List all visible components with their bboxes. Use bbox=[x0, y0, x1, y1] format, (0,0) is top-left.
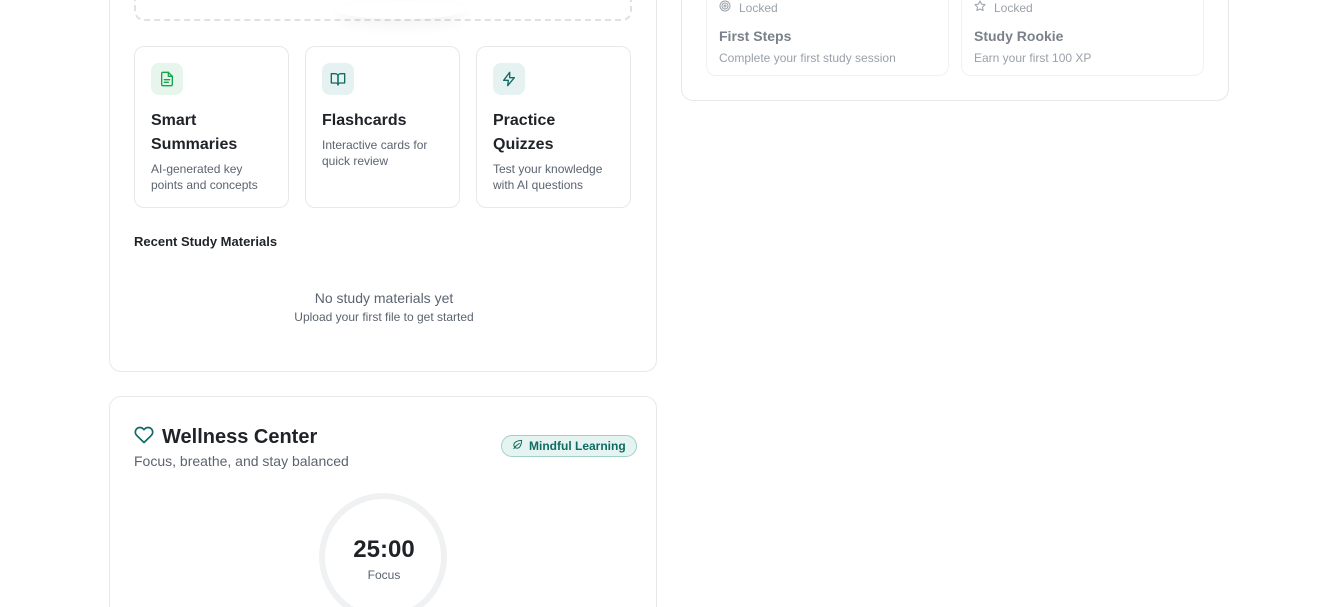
achievement-status: Locked bbox=[974, 0, 1033, 15]
achievement-title: First Steps bbox=[719, 28, 792, 44]
mindful-learning-label: Mindful Learning bbox=[529, 439, 626, 453]
wellness-card: Wellness Center Focus, breathe, and stay… bbox=[109, 396, 657, 607]
upload-card: Smart Summaries AI-generated key points … bbox=[109, 0, 657, 372]
achievement-description: Complete your first study session bbox=[719, 51, 896, 65]
focus-timer-label: Focus bbox=[367, 568, 401, 582]
achievement-status: Locked bbox=[719, 0, 778, 15]
leaf-icon bbox=[512, 439, 523, 453]
achievement-description: Earn your first 100 XP bbox=[974, 51, 1092, 65]
feature-list: Smart Summaries AI-generated key points … bbox=[134, 46, 631, 208]
feature-description: Test your knowledge with AI questions bbox=[493, 162, 603, 192]
empty-state-subtitle: Upload your first file to get started bbox=[294, 310, 474, 324]
recent-materials-heading: Recent Study Materials bbox=[134, 234, 278, 249]
achievement-title: Study Rookie bbox=[974, 28, 1064, 44]
star-icon bbox=[974, 0, 986, 15]
dropzone-glow bbox=[336, 1, 466, 19]
lightning-icon bbox=[493, 63, 525, 95]
feature-card-practice-quizzes[interactable]: Practice Quizzes Test your knowledge wit… bbox=[476, 46, 631, 208]
achievement-status-label: Locked bbox=[739, 0, 778, 15]
upload-dropzone[interactable] bbox=[134, 0, 632, 21]
achievement-status-label: Locked bbox=[994, 0, 1033, 15]
focus-timer-value: 25:00 bbox=[353, 536, 415, 563]
mindful-learning-badge[interactable]: Mindful Learning bbox=[501, 435, 637, 457]
feature-title: Smart Summaries bbox=[151, 112, 238, 153]
achievement-first-steps[interactable]: Locked First Steps Complete your first s… bbox=[706, 0, 949, 76]
wellness-title: Wellness Center bbox=[162, 426, 318, 448]
achievements-card: Locked First Steps Complete your first s… bbox=[681, 0, 1229, 101]
feature-description: Interactive cards for quick review bbox=[322, 138, 428, 168]
achievement-study-rookie[interactable]: Locked Study Rookie Earn your first 100 … bbox=[961, 0, 1204, 76]
target-icon bbox=[719, 0, 731, 15]
wellness-subtitle: Focus, breathe, and stay balanced bbox=[134, 453, 349, 469]
empty-state-title: No study materials yet bbox=[314, 290, 454, 306]
document-icon bbox=[151, 63, 183, 95]
feature-title: Flashcards bbox=[322, 112, 407, 129]
feature-card-smart-summaries[interactable]: Smart Summaries AI-generated key points … bbox=[134, 46, 289, 208]
feature-description: AI-generated key points and concepts bbox=[151, 162, 258, 192]
feature-card-flashcards[interactable]: Flashcards Interactive cards for quick r… bbox=[305, 46, 460, 208]
book-open-icon bbox=[322, 63, 354, 95]
page: Smart Summaries AI-generated key points … bbox=[0, 0, 1344, 607]
wellness-header: Wellness Center bbox=[134, 425, 317, 450]
feature-title: Practice Quizzes bbox=[493, 112, 556, 153]
heart-icon bbox=[134, 425, 154, 450]
